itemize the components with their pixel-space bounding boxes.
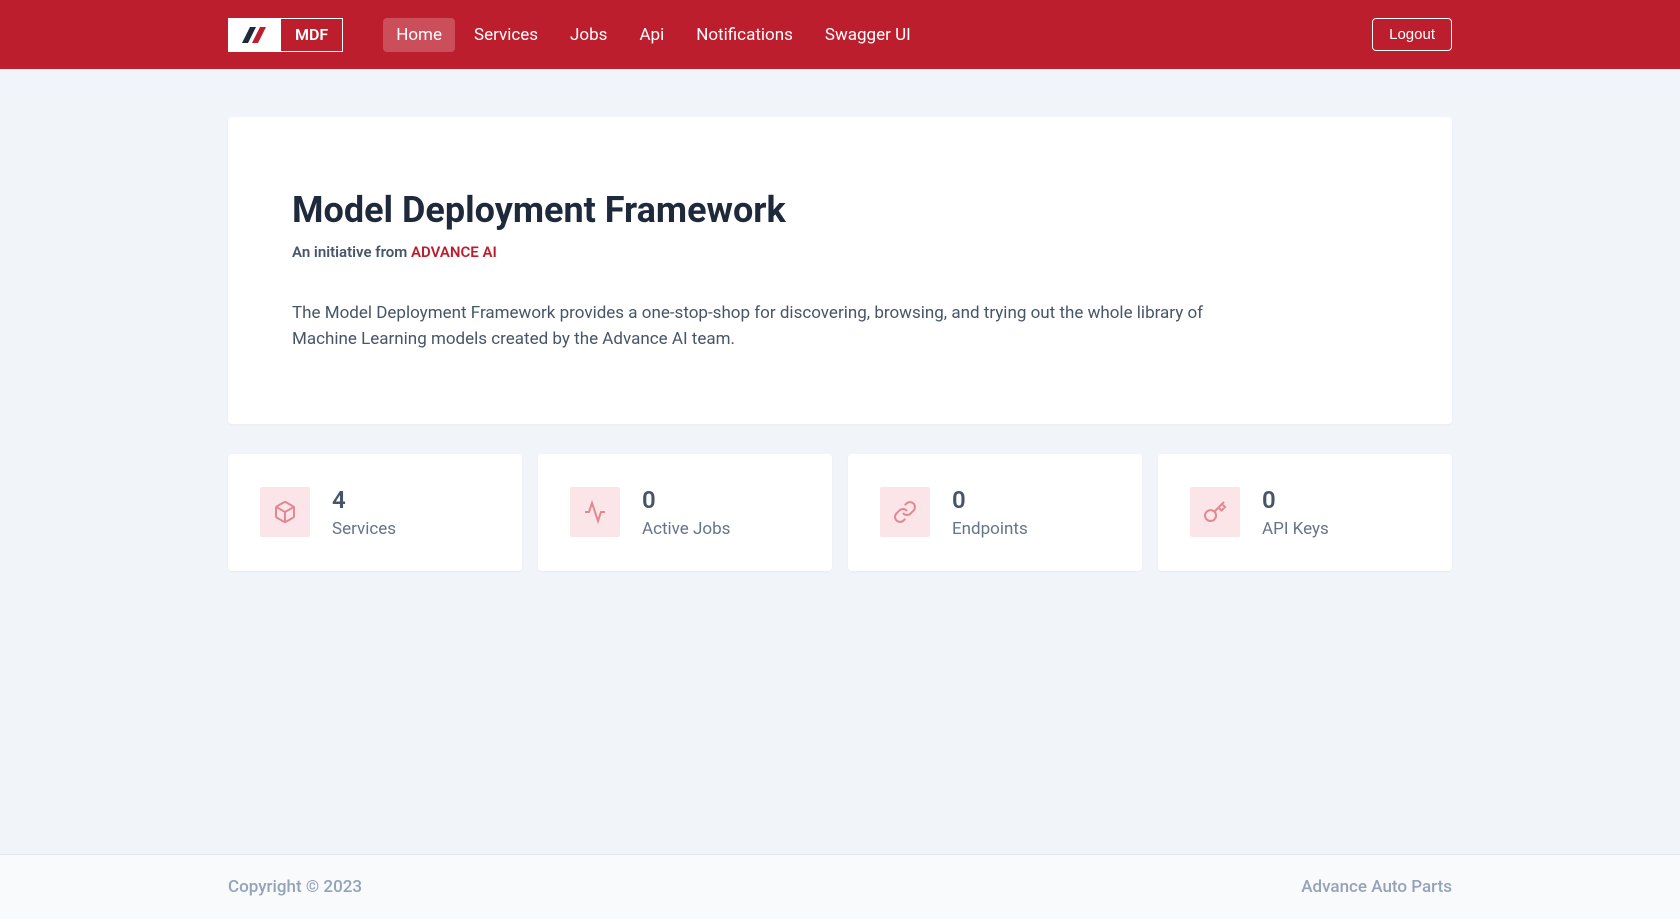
navbar: MDF Home Services Jobs Api Notifications… — [0, 0, 1680, 69]
nav-link-services[interactable]: Services — [461, 18, 551, 52]
logo[interactable]: MDF — [228, 18, 343, 52]
stat-value: 0 — [642, 486, 730, 515]
nav-link-api[interactable]: Api — [626, 18, 677, 52]
stat-body: 0 API Keys — [1262, 486, 1329, 539]
nav-link-notifications[interactable]: Notifications — [683, 18, 806, 52]
stat-label: Endpoints — [952, 519, 1028, 539]
key-icon — [1190, 487, 1240, 537]
hero-description: The Model Deployment Framework provides … — [292, 301, 1212, 352]
nav-link-home[interactable]: Home — [383, 18, 455, 52]
stat-label: Active Jobs — [642, 519, 730, 539]
stat-body: 4 Services — [332, 486, 396, 539]
stat-card-endpoints[interactable]: 0 Endpoints — [848, 454, 1142, 571]
stat-card-active-jobs[interactable]: 0 Active Jobs — [538, 454, 832, 571]
stats-row: 4 Services 0 Active Jobs 0 Endpoints — [228, 454, 1452, 571]
stat-body: 0 Endpoints — [952, 486, 1028, 539]
cube-icon — [260, 487, 310, 537]
stat-card-api-keys[interactable]: 0 API Keys — [1158, 454, 1452, 571]
hero-card: Model Deployment Framework An initiative… — [228, 117, 1452, 424]
stat-value: 4 — [332, 486, 396, 515]
logo-mark-icon — [229, 19, 281, 51]
link-icon — [880, 487, 930, 537]
nav-link-jobs[interactable]: Jobs — [557, 18, 620, 52]
stat-label: Services — [332, 519, 396, 539]
nav-link-swagger[interactable]: Swagger UI — [812, 18, 924, 52]
hero-subtitle-prefix: An initiative from — [292, 243, 411, 261]
stat-body: 0 Active Jobs — [642, 486, 730, 539]
logout-button[interactable]: Logout — [1372, 18, 1452, 51]
activity-icon — [570, 487, 620, 537]
hero-subtitle: An initiative from ADVANCE AI — [292, 243, 1388, 261]
stat-value: 0 — [952, 486, 1028, 515]
footer-copyright: Copyright © 2023 — [228, 877, 362, 897]
hero-subtitle-brand: ADVANCE AI — [411, 243, 497, 261]
nav-links: Home Services Jobs Api Notifications Swa… — [383, 18, 924, 52]
main-content: Model Deployment Framework An initiative… — [0, 69, 1680, 854]
stat-card-services[interactable]: 4 Services — [228, 454, 522, 571]
footer: Copyright © 2023 Advance Auto Parts — [0, 854, 1680, 919]
logo-text: MDF — [281, 19, 342, 51]
nav-left: MDF Home Services Jobs Api Notifications… — [228, 18, 924, 52]
stat-value: 0 — [1262, 486, 1329, 515]
page-title: Model Deployment Framework — [292, 189, 1388, 231]
stat-label: API Keys — [1262, 519, 1329, 539]
footer-company: Advance Auto Parts — [1301, 877, 1452, 897]
